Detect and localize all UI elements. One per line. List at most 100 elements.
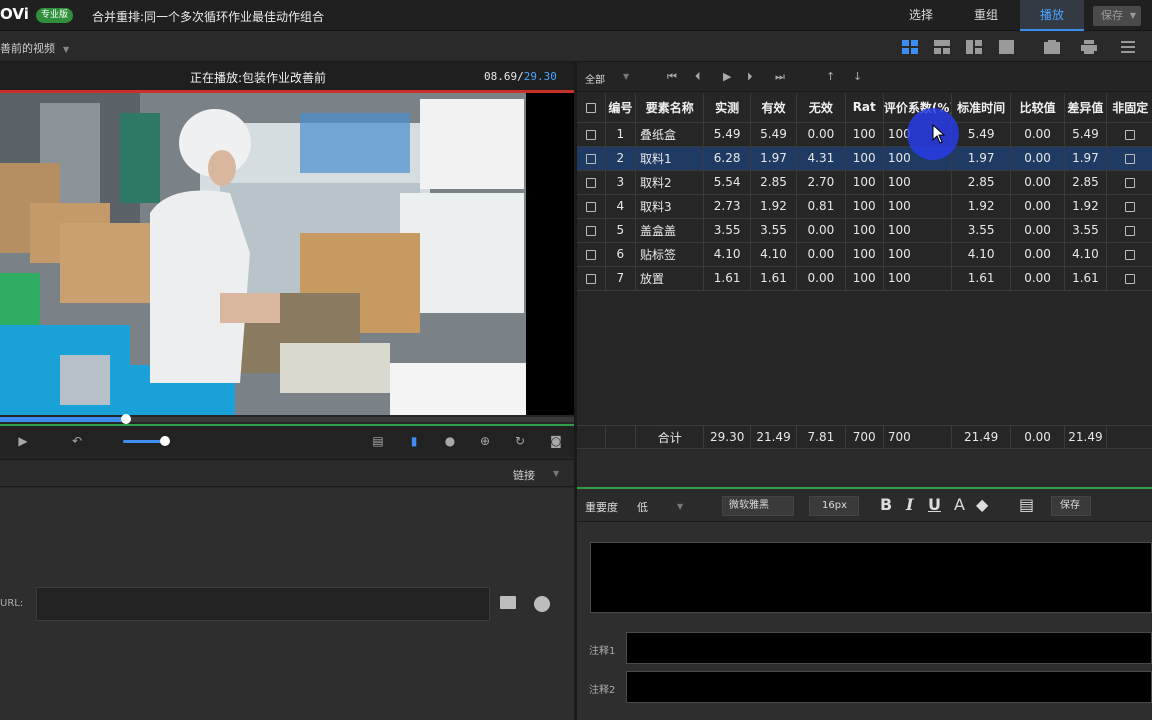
column-header[interactable]: 要素名称 <box>635 93 705 123</box>
save-button[interactable]: 保存 ▼ <box>1093 6 1141 26</box>
clipboard-icon[interactable]: ▤ <box>1019 495 1034 514</box>
cell-effective: 4.10 <box>750 242 798 267</box>
notes-spacer <box>577 450 1152 487</box>
column-header[interactable]: 标准时间 <box>951 93 1011 123</box>
previous-icon[interactable]: ⏴ <box>695 70 701 84</box>
video-frame[interactable] <box>0 93 526 415</box>
volume-slider[interactable] <box>123 440 165 443</box>
table-row[interactable]: 3 取料2 5.54 2.85 2.70 100 100 2.85 0.00 2.85 <box>577 170 1152 195</box>
header-checkbox[interactable] <box>577 93 606 123</box>
row-checkbox[interactable] <box>577 266 606 291</box>
column-header[interactable]: 无效 <box>796 93 846 123</box>
refresh-icon[interactable]: ↻ <box>513 434 527 448</box>
chevron-down-icon[interactable]: ▼ <box>677 502 683 511</box>
font-size-dropdown[interactable]: 16px <box>809 496 859 516</box>
table-row[interactable]: 2 取料1 6.28 1.97 4.31 100 100 1.97 0.00 1.97 <box>577 146 1152 171</box>
row-checkbox[interactable] <box>577 242 606 267</box>
tab-regroup[interactable]: 重组 <box>960 0 1012 31</box>
play-icon[interactable]: ▶ <box>723 70 731 83</box>
note2-label: 注释2 <box>589 685 616 696</box>
tab-play[interactable]: 播放 <box>1020 0 1084 31</box>
cell-measured: 5.54 <box>703 170 751 195</box>
bold-button[interactable]: B <box>880 495 892 514</box>
column-header[interactable]: 编号 <box>605 93 636 123</box>
chevron-down-icon[interactable]: ▼ <box>623 72 629 81</box>
table-row[interactable]: 7 放置 1.61 1.61 0.00 100 100 1.61 0.00 1.61 <box>577 266 1152 291</box>
row-nonfixed-checkbox[interactable] <box>1106 218 1152 243</box>
play-icon[interactable]: ▶ <box>16 434 30 448</box>
print-icon[interactable] <box>1081 40 1097 54</box>
menu-icon[interactable] <box>1121 40 1137 54</box>
last-icon[interactable]: ⏭ <box>775 70 785 84</box>
table-row[interactable]: 5 盖盒盖 3.55 3.55 0.00 100 100 3.55 0.00 3.55 <box>577 218 1152 243</box>
note-editor[interactable] <box>590 542 1152 613</box>
row-nonfixed-checkbox[interactable] <box>1106 194 1152 219</box>
layout-top-split-icon[interactable] <box>934 40 950 54</box>
bookmark-icon[interactable]: ▮ <box>407 434 421 448</box>
chevron-down-icon[interactable]: ▼ <box>553 469 559 478</box>
row-checkbox[interactable] <box>577 170 606 195</box>
cell-coef: 100 <box>883 170 953 195</box>
layout-left-split-icon[interactable] <box>966 40 982 54</box>
column-header[interactable]: 差异值 <box>1064 93 1107 123</box>
column-header[interactable]: Rat <box>845 93 884 123</box>
table-row[interactable]: 1 叠纸盒 5.49 5.49 0.00 100 100 5.49 0.00 5.49 <box>577 122 1152 147</box>
table-row[interactable]: 6 贴标签 4.10 4.10 0.00 100 100 4.10 0.00 4.10 <box>577 242 1152 267</box>
column-header[interactable]: 非固定 <box>1106 93 1152 123</box>
layout-single-icon[interactable] <box>999 40 1015 54</box>
eraser-icon[interactable]: ◆ <box>976 495 988 514</box>
row-nonfixed-checkbox[interactable] <box>1106 170 1152 195</box>
download-icon[interactable]: ● <box>443 434 457 448</box>
edit-doc-icon[interactable]: ▤ <box>371 434 385 448</box>
table-row[interactable]: 4 取料3 2.73 1.92 0.81 100 100 1.92 0.00 1.92 <box>577 194 1152 219</box>
app-window: OVi 专业版 合并重排:同一个多次循环作业最佳动作组合 选择 重组 播放 保存… <box>0 0 1152 720</box>
note1-label: 注释1 <box>589 646 616 657</box>
cell-invalid: 0.00 <box>796 242 846 267</box>
column-header[interactable]: 比较值 <box>1010 93 1066 123</box>
row-checkbox[interactable] <box>577 194 606 219</box>
seek-bar-handle[interactable] <box>121 414 132 424</box>
folder-icon[interactable] <box>500 596 516 609</box>
move-up-icon[interactable]: ↑ <box>826 70 835 83</box>
column-header[interactable]: 有效 <box>750 93 798 123</box>
undo-icon[interactable]: ↶ <box>70 434 84 448</box>
tab-select[interactable]: 选择 <box>895 0 947 31</box>
camera-icon[interactable]: ◙ <box>549 434 563 448</box>
cell-cmp: 0.00 <box>1010 194 1066 219</box>
view-toolbar: 善前的视频 ▼ <box>0 31 1152 62</box>
column-header[interactable]: 实测 <box>703 93 751 123</box>
row-checkbox[interactable] <box>577 218 606 243</box>
share-icon[interactable] <box>534 596 550 612</box>
cell-std: 1.61 <box>951 266 1011 291</box>
first-icon[interactable]: ⏮ <box>667 70 677 84</box>
note2-input[interactable] <box>626 671 1152 703</box>
cell-std: 4.10 <box>951 242 1011 267</box>
filter-dropdown[interactable]: 全部 <box>585 71 605 86</box>
font-color-button[interactable]: A <box>954 495 965 514</box>
cell-coef: 100 <box>883 194 953 219</box>
row-checkbox[interactable] <box>577 122 606 147</box>
notes-save-button[interactable]: 保存 <box>1051 496 1091 516</box>
zoom-in-icon[interactable]: ⊕ <box>478 434 492 448</box>
cell-coef: 100 <box>883 242 953 267</box>
font-family-dropdown[interactable]: 微软雅黑 <box>722 496 794 516</box>
layout-grid-icon[interactable] <box>902 40 918 54</box>
italic-button[interactable]: I <box>906 495 913 514</box>
row-nonfixed-checkbox[interactable] <box>1106 146 1152 171</box>
next-icon[interactable]: ⏵ <box>747 70 753 84</box>
importance-dropdown[interactable]: 低 <box>637 499 648 515</box>
row-nonfixed-checkbox[interactable] <box>1106 242 1152 267</box>
video-dropdown[interactable]: 善前的视频 ▼ <box>0 40 69 56</box>
screenshot-icon[interactable] <box>1044 40 1060 54</box>
underline-button[interactable]: U <box>928 495 941 514</box>
cell-invalid: 0.00 <box>796 266 846 291</box>
cell-measured: 1.61 <box>703 266 751 291</box>
note1-input[interactable] <box>626 632 1152 664</box>
link-dropdown-label[interactable]: 链接 <box>513 467 535 483</box>
move-down-icon[interactable]: ↓ <box>853 70 862 83</box>
url-input[interactable] <box>36 587 490 621</box>
row-nonfixed-checkbox[interactable] <box>1106 122 1152 147</box>
volume-handle[interactable] <box>160 436 170 446</box>
row-checkbox[interactable] <box>577 146 606 171</box>
row-nonfixed-checkbox[interactable] <box>1106 266 1152 291</box>
